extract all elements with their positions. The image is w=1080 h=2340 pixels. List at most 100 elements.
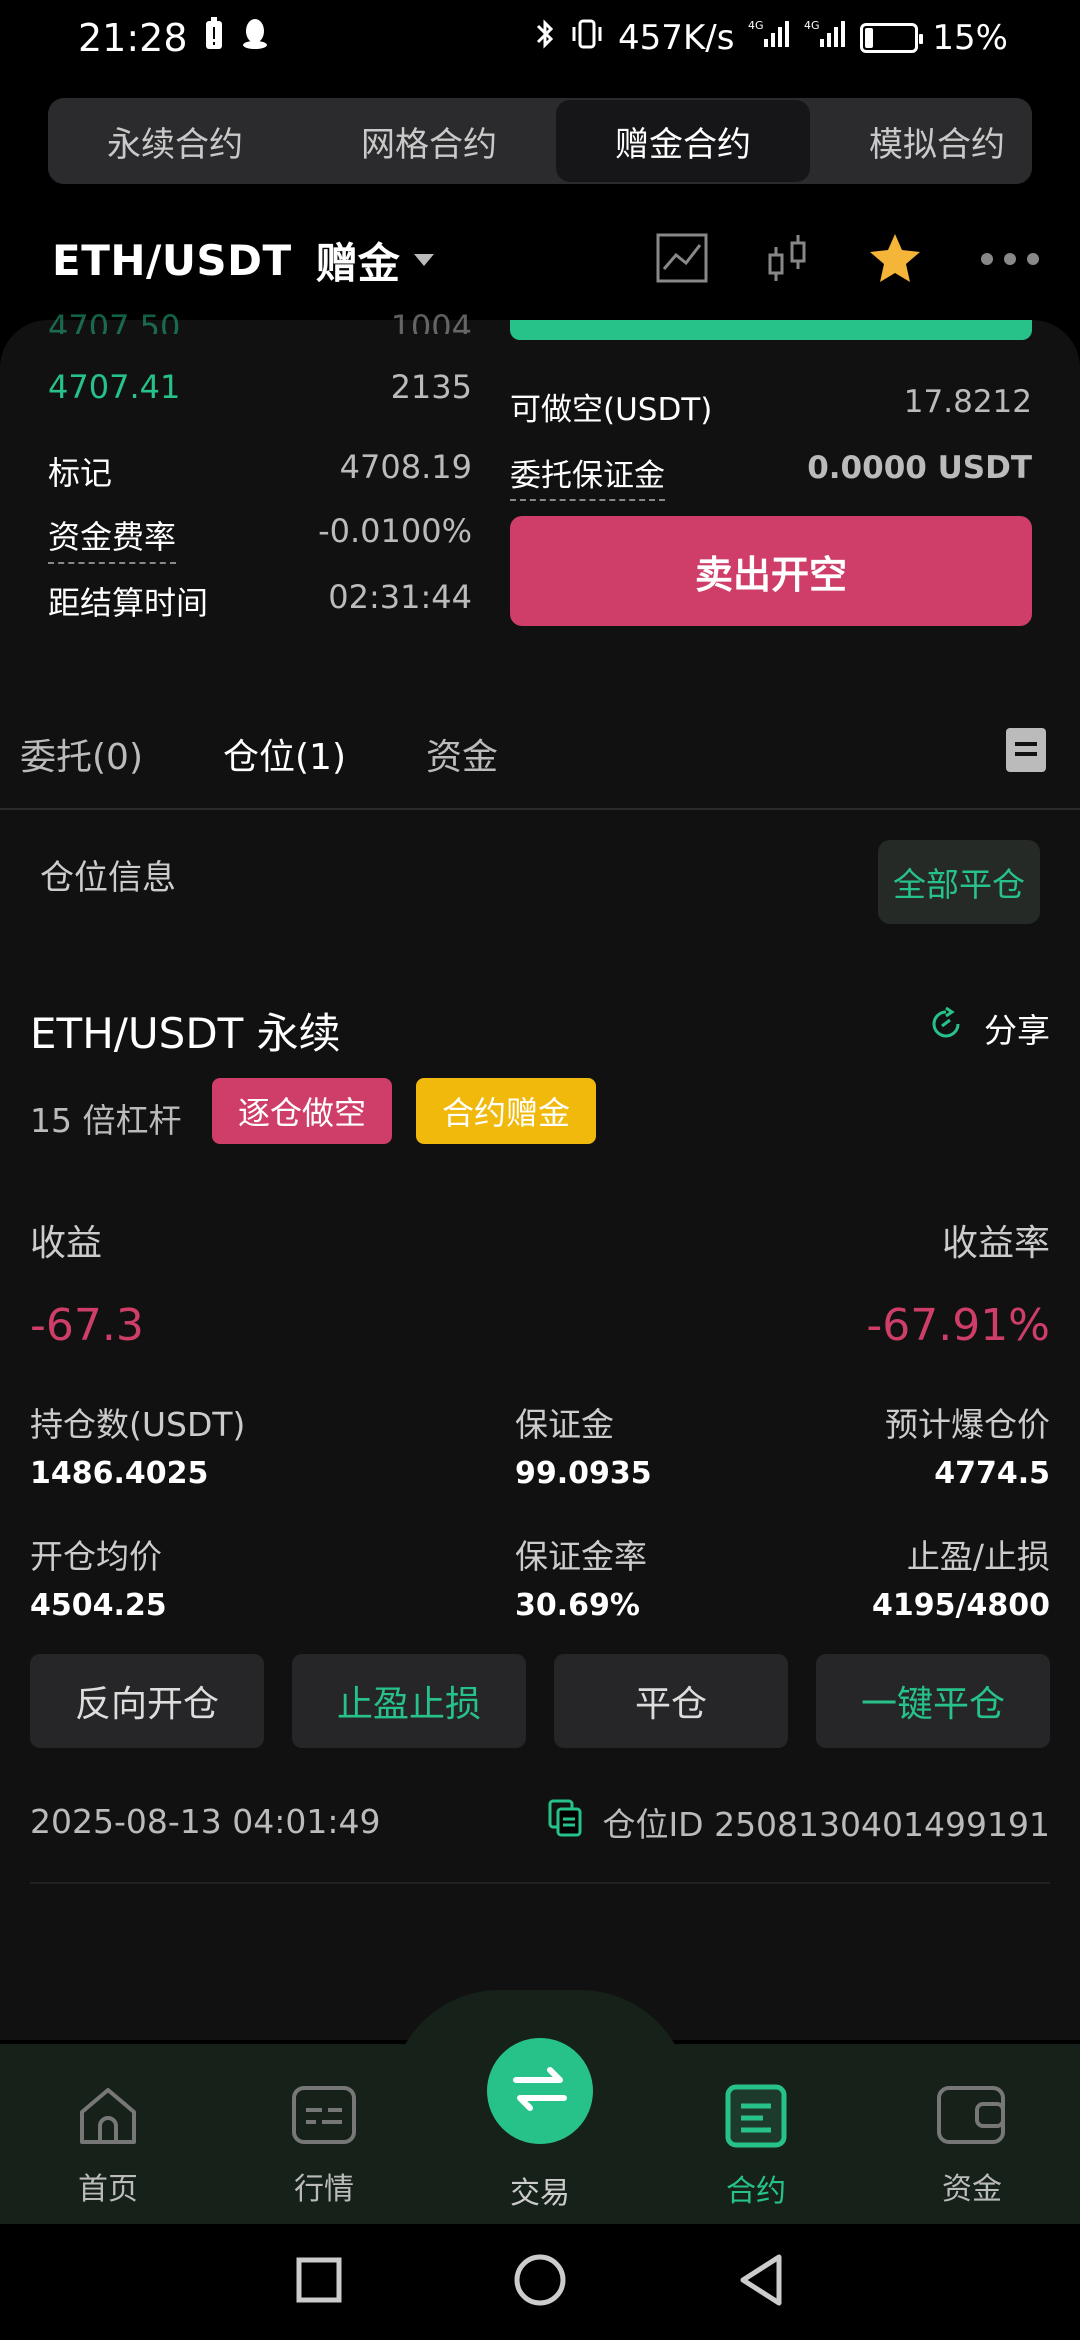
mark-price-label: 标记 [48, 454, 113, 492]
nav-assets[interactable]: 资金 [902, 2084, 1042, 2208]
buy-button-partial[interactable] [510, 320, 1032, 340]
share-button[interactable]: 分享 [928, 1004, 1050, 1052]
nav-market-label: 行情 [294, 2172, 354, 2207]
entry-price-value: 4504.25 [30, 1588, 167, 1623]
candlestick-icon[interactable] [766, 233, 810, 287]
pair-header: ETH/USDT 赠金 [0, 220, 1080, 300]
nav-trade-label[interactable]: 交易 [490, 2168, 590, 2212]
position-id[interactable]: 仓位ID 2508130401499191 [548, 1798, 1050, 1846]
settlement-row: 距结算时间 02:31:44 [48, 578, 472, 624]
battery-level [865, 28, 873, 48]
liquidation-price-value: 4774.5 [934, 1456, 1050, 1491]
line-chart-icon[interactable] [656, 233, 708, 287]
tab-bonus[interactable]: 赠金合约 [556, 100, 810, 182]
battery-alert-icon [204, 16, 224, 60]
funding-rate-row[interactable]: 资金费率 -0.0100% [48, 512, 472, 564]
status-bar: 21:28 457K/s 4G 4G 15% [0, 0, 1080, 76]
margin-label: 保证金 [515, 1405, 614, 1444]
orderbook-price: 4707.41 [48, 368, 181, 406]
section-title: 仓位信息 [40, 858, 176, 898]
tab-positions[interactable]: 仓位(1) [223, 728, 346, 780]
more-icon[interactable] [980, 251, 1040, 270]
signal-4g-icon: 4G [748, 17, 790, 60]
divider [30, 1882, 1050, 1884]
short-available-label: 可做空(USDT) [510, 392, 713, 428]
roe-label: 收益率 [941, 1223, 1050, 1264]
contract-icon [725, 2084, 787, 2156]
order-margin-row[interactable]: 委托保证金 0.0000 USDT [510, 450, 1032, 501]
nav-trade[interactable] [487, 2038, 593, 2144]
mark-price-row: 标记 4708.19 [48, 448, 472, 494]
nav-market[interactable]: 行情 [254, 2084, 394, 2208]
pnl-value: -67.3 [30, 1300, 144, 1351]
signal-4g-icon: 4G [804, 17, 846, 60]
recents-icon[interactable] [295, 2256, 343, 2308]
bluetooth-icon [534, 17, 556, 60]
star-icon[interactable] [868, 232, 922, 288]
orderbook-qty: 2135 [390, 368, 472, 406]
pair-title[interactable]: ETH/USDT [52, 236, 292, 285]
wallet-icon [937, 2084, 1007, 2154]
isolated-short-badge: 逐仓做空 [212, 1078, 392, 1144]
svg-text:4G: 4G [804, 19, 820, 32]
tab-simulated[interactable]: 模拟合约 [810, 98, 1032, 184]
close-all-button[interactable]: 全部平仓 [878, 840, 1040, 924]
margin-ratio-label: 保证金率 [515, 1537, 647, 1576]
home-circle-icon[interactable] [513, 2253, 567, 2311]
orderbook-row[interactable]: 4707.41 2135 [48, 368, 472, 406]
tpsl-label: 止盈/止损 [906, 1537, 1050, 1576]
liquidation-price-label: 预计爆仓价 [885, 1405, 1050, 1444]
menu-icon[interactable] [1006, 728, 1046, 772]
orderbook-price: 4707.50 [48, 308, 181, 334]
margin-value: 99.0935 [515, 1456, 652, 1491]
bonus-badge: 合约赠金 [416, 1078, 596, 1144]
tab-perpetual[interactable]: 永续合约 [48, 98, 302, 184]
order-margin-label[interactable]: 委托保证金 [510, 450, 665, 501]
nav-home[interactable]: 首页 [38, 2084, 178, 2208]
back-icon[interactable] [737, 2253, 785, 2311]
short-available-value: 17.8212 [903, 384, 1032, 420]
orderbook-qty: 1004 [390, 308, 472, 334]
margin-ratio-value: 30.69% [515, 1588, 640, 1623]
position-name: ETH/USDT 永续 [30, 1009, 341, 1058]
position-tabs: 委托(0) 仓位(1) 资金 [0, 700, 1080, 810]
order-margin-value: 0.0000 USDT [807, 450, 1032, 486]
position-size-value: 1486.4025 [30, 1456, 209, 1491]
nav-contract-label: 合约 [726, 2174, 786, 2209]
orderbook-row-partial[interactable]: 4707.50 1004 [48, 308, 472, 334]
funding-rate-value: -0.0100% [318, 512, 472, 550]
share-icon [928, 1006, 964, 1050]
share-label: 分享 [984, 1011, 1050, 1050]
tpsl-button[interactable]: 止盈止损 [292, 1654, 526, 1748]
sell-short-button[interactable]: 卖出开空 [510, 516, 1032, 626]
settlement-label: 距结算时间 [48, 584, 209, 622]
qq-icon [240, 16, 270, 60]
pnl-label: 收益 [30, 1223, 103, 1264]
quick-close-button[interactable]: 一键平仓 [816, 1654, 1050, 1748]
funding-rate-label[interactable]: 资金费率 [48, 512, 177, 564]
reverse-position-button[interactable]: 反向开仓 [30, 1654, 264, 1748]
vibrate-icon [570, 17, 604, 60]
settlement-countdown: 02:31:44 [328, 578, 472, 616]
system-nav-bar [0, 2224, 1080, 2340]
leverage-label: 15 倍杠杆 [30, 1101, 182, 1140]
nav-contract[interactable]: 合约 [686, 2084, 826, 2210]
entry-price-label: 开仓均价 [30, 1537, 162, 1576]
pair-bonus-label[interactable]: 赠金 [316, 230, 400, 291]
clock: 21:28 [78, 16, 188, 60]
market-icon [292, 2084, 356, 2154]
tab-grid[interactable]: 网格合约 [302, 98, 556, 184]
nav-assets-label: 资金 [942, 2172, 1002, 2207]
svg-text:4G: 4G [748, 19, 764, 32]
close-position-button[interactable]: 平仓 [554, 1654, 788, 1748]
tpsl-value: 4195/4800 [872, 1588, 1050, 1623]
tab-assets[interactable]: 资金 [426, 728, 498, 780]
network-speed: 457K/s [618, 18, 735, 58]
tab-orders[interactable]: 委托(0) [20, 728, 143, 780]
position-timestamp: 2025-08-13 04:01:49 [30, 1802, 381, 1841]
nav-home-label: 首页 [78, 2172, 138, 2207]
chevron-down-icon[interactable] [413, 254, 434, 266]
mark-price-value: 4708.19 [339, 448, 472, 486]
short-available-row: 可做空(USDT) 17.8212 [510, 384, 1032, 429]
copy-icon[interactable] [548, 1799, 584, 1845]
